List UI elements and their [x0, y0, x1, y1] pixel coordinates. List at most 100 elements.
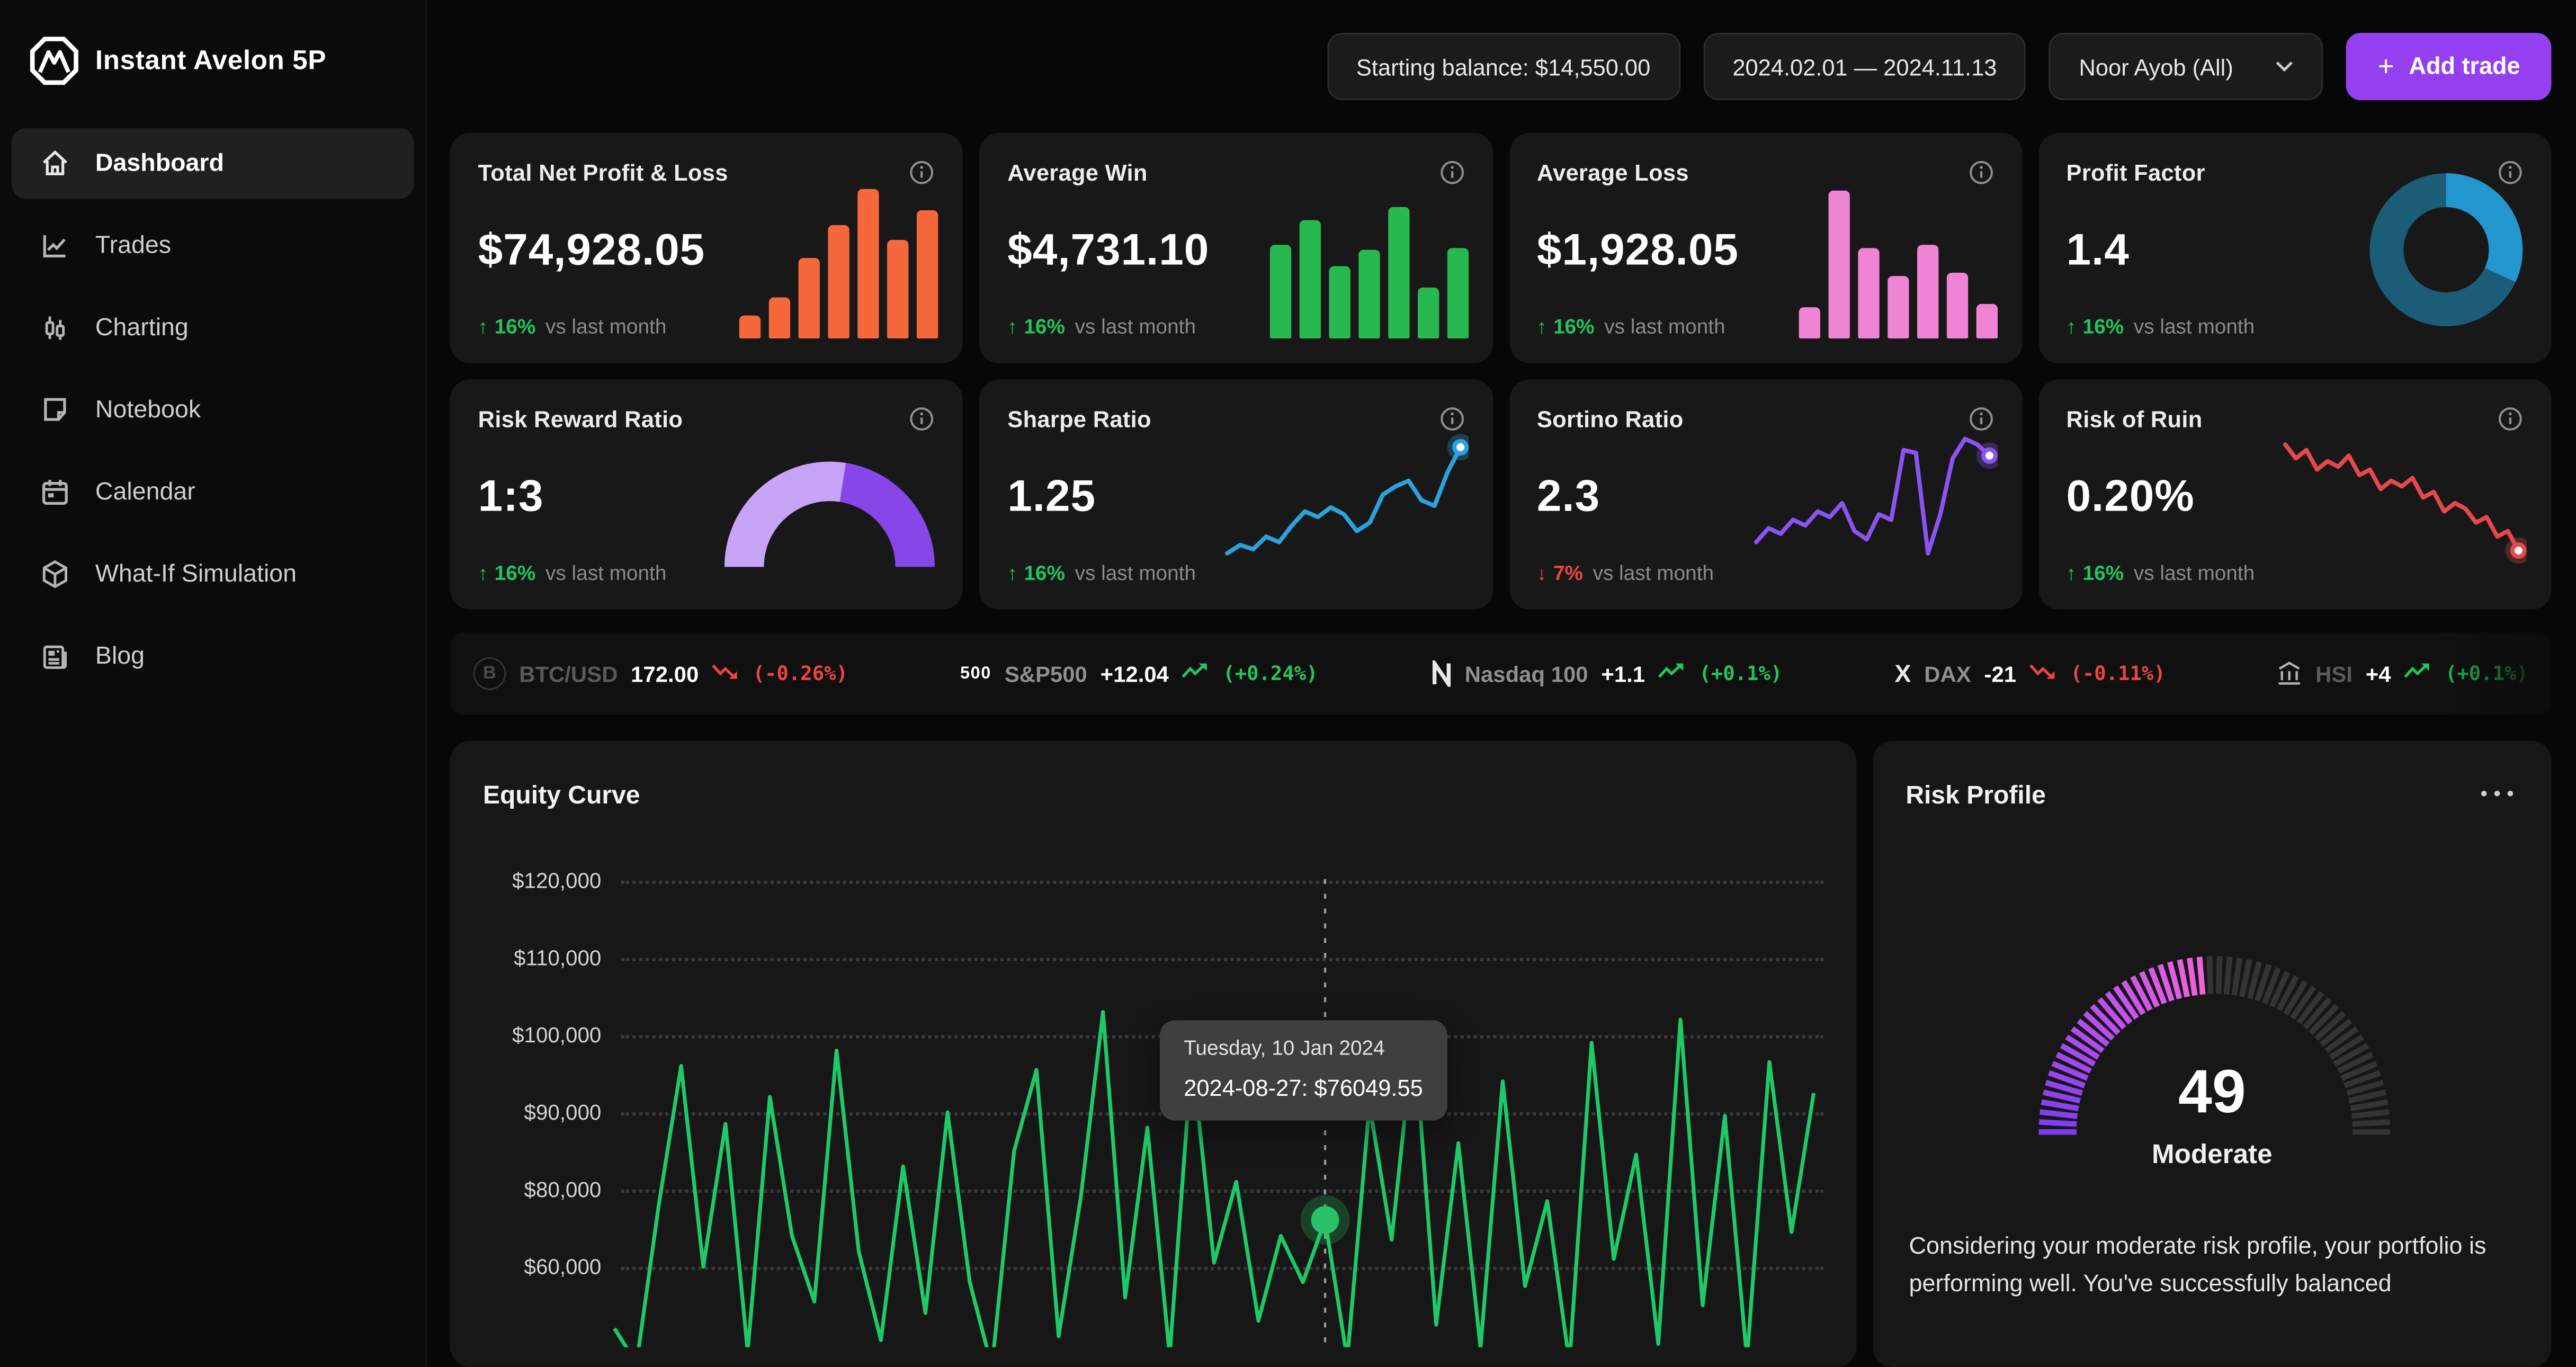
sidebar-item-label: Notebook — [95, 396, 201, 424]
ticker-symbol: DAX — [1924, 661, 1971, 686]
sidebar-item-dashboard[interactable]: Dashboard — [11, 128, 414, 199]
account-selector[interactable]: Noor Ayob (All) — [2049, 33, 2324, 101]
ticker-symbol: HSI — [2315, 661, 2353, 686]
ticker-value: +1.1 — [1601, 661, 1645, 686]
card-title: Sharpe Ratio — [1007, 406, 1151, 432]
delta-arrow-icon: ↑ — [1007, 315, 1017, 339]
trend-down-icon — [2029, 659, 2058, 689]
trend-down-icon — [712, 659, 740, 689]
sidebar-item-label: Charting — [95, 314, 189, 342]
delta-percent: 16% — [494, 315, 536, 339]
ticker-change: (+0.24%) — [1223, 662, 1318, 685]
trades-chart-icon — [43, 235, 66, 258]
ticker-item-btcusd: B BTC/USD 172.00 (-0.26%) — [473, 657, 848, 690]
delta-arrow-icon: ↑ — [1007, 561, 1017, 585]
card-title: Risk Reward Ratio — [478, 406, 683, 432]
ticker-value: -21 — [1984, 661, 2017, 686]
card-delta: ↓ 7% vs last month — [1537, 562, 1714, 585]
date-range-picker[interactable]: 2024.02.01 — 2024.11.13 — [1703, 33, 2027, 101]
sidebar-item-trades[interactable]: Trades — [12, 210, 414, 281]
card-delta: ↑ 16% vs last month — [2067, 316, 2255, 338]
starting-balance-text: Starting balance: $14,550.00 — [1356, 53, 1651, 80]
sidebar-item-label: Calendar — [95, 478, 195, 506]
delta-note: vs last month — [1604, 315, 1725, 339]
risk-score: 49 — [2178, 1058, 2246, 1125]
main-area: Starting balance: $14,550.00 2024.02.01 … — [427, 0, 2576, 1367]
delta-percent: 16% — [1553, 315, 1595, 339]
ticker-item-sp500: 500 S&P500 +12.04 (+0.24%) — [960, 659, 1318, 689]
card-delta: ↑ 16% vs last month — [478, 316, 667, 338]
ticker-value: +12.04 — [1100, 661, 1169, 686]
market-ticker: B BTC/USD 172.00 (-0.26%) 500 S&P500 +12… — [450, 632, 2552, 715]
mini-bar-chart — [1269, 182, 1468, 339]
info-icon[interactable] — [909, 159, 935, 186]
equity-line-chart[interactable] — [450, 741, 1856, 1347]
ticker-item-nasdaq100: Nasdaq 100 +1.1 (+0.1%) — [1430, 659, 1782, 689]
delta-arrow-icon: ↑ — [478, 315, 488, 339]
account-selector-value: Noor Ayob (All) — [2079, 53, 2233, 80]
add-trade-button[interactable]: + Add trade — [2346, 33, 2552, 101]
info-icon[interactable] — [1438, 159, 1465, 186]
card-title: Average Loss — [1536, 159, 1689, 186]
sidebar-item-what-if-simulation[interactable]: What-If Simulation — [12, 539, 414, 609]
sidebar-item-charting[interactable]: Charting — [12, 292, 414, 363]
sidebar-item-blog[interactable]: Blog — [12, 621, 414, 692]
delta-arrow-icon: ↓ — [1536, 561, 1547, 585]
delta-arrow-icon: ↑ — [1536, 315, 1547, 339]
delta-percent: 7% — [1553, 561, 1584, 585]
dax-icon: X — [1894, 659, 1911, 688]
risk-profile-panel: Risk Profile 49 Moderate Considering you… — [1873, 741, 2552, 1367]
delta-arrow-icon: ↑ — [478, 561, 488, 585]
delta-percent: 16% — [2082, 315, 2124, 339]
calendar-icon — [42, 480, 68, 505]
ticker-change: (-0.11%) — [2070, 662, 2166, 685]
risk-description: Considering your moderate risk profile, … — [1909, 1234, 2486, 1298]
stat-cards-grid: Total Net Profit & Loss $74,928.05 ↑ 16%… — [450, 133, 2552, 610]
card-title: Risk of Ruin — [2066, 406, 2203, 432]
trend-up-icon — [1182, 659, 1210, 689]
tooltip-date: Tuesday, 10 Jan 2024 — [1184, 1037, 1385, 1060]
sidebar-item-notebook[interactable]: Notebook — [12, 374, 414, 445]
date-range-text: 2024.02.01 — 2024.11.13 — [1732, 53, 1997, 80]
ticker-symbol: S&P500 — [1004, 661, 1087, 686]
stat-card-average-loss: Average Loss $1,928.05 ↑ 16% vs last mon… — [1509, 133, 2022, 363]
starting-balance-pill[interactable]: Starting balance: $14,550.00 — [1327, 33, 1680, 101]
sparkline-chart — [1751, 421, 2002, 585]
delta-note: vs last month — [545, 315, 667, 339]
nasdaq-icon — [1432, 660, 1450, 687]
sidebar-item-label: Blog — [95, 642, 145, 671]
delta-arrow-icon: ↑ — [2066, 315, 2077, 339]
stat-card-risk-reward-ratio: Risk Reward Ratio 1:3 ↑ 16% vs last mont… — [450, 379, 963, 610]
card-title: Total Net Profit & Loss — [478, 159, 728, 186]
delta-percent: 16% — [494, 561, 536, 585]
ticker-item-hsi: HSI +4 (+0.1%) — [2278, 659, 2528, 689]
ticker-value: 172.00 — [631, 661, 699, 686]
delta-note: vs last month — [2133, 561, 2255, 585]
sparkline-chart — [1221, 421, 1473, 585]
trend-up-icon — [1658, 659, 1686, 689]
topbar: Starting balance: $14,550.00 2024.02.01 … — [450, 0, 2552, 133]
btc-icon: B — [473, 657, 506, 690]
sidebar: Instant Avelon 5P Dashboard Trades Chart… — [0, 0, 427, 1367]
card-delta: ↑ 16% vs last month — [1007, 562, 1196, 585]
add-trade-label: Add trade — [2409, 53, 2520, 80]
brand-logo-icon — [30, 37, 78, 85]
info-icon[interactable] — [909, 406, 935, 432]
lower-panels: Equity Curve $120,000 $110,000 $100,000 … — [450, 741, 2552, 1367]
card-delta: ↑ 16% vs last month — [1537, 316, 1725, 338]
delta-note: vs last month — [1075, 315, 1196, 339]
chevron-down-icon — [2276, 61, 2294, 72]
ticker-symbol: Nasdaq 100 — [1464, 661, 1588, 686]
equity-curve-panel: Equity Curve $120,000 $110,000 $100,000 … — [450, 741, 1857, 1367]
info-icon[interactable] — [1967, 159, 1994, 186]
card-title: Sortino Ratio — [1536, 406, 1684, 432]
delta-note: vs last month — [2133, 315, 2255, 339]
stat-card-risk-of-ruin: Risk of Ruin 0.20% ↑ 16% vs last month — [2038, 379, 2552, 610]
ticker-change: (+0.1%) — [2445, 662, 2528, 685]
sidebar-item-calendar[interactable]: Calendar — [12, 457, 414, 527]
ticker-change: (-0.26%) — [753, 662, 848, 685]
risk-level: Moderate — [2152, 1140, 2273, 1170]
ticker-item-dax: X DAX -21 (-0.11%) — [1894, 659, 2165, 689]
blog-icon — [43, 645, 67, 669]
card-delta: ↑ 16% vs last month — [2067, 562, 2255, 585]
